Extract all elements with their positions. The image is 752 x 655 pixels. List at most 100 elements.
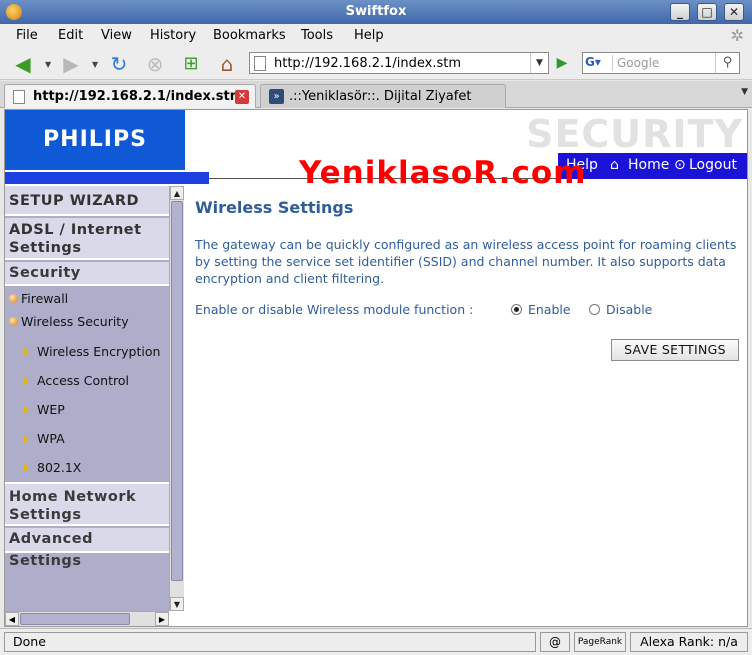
forward-arrow-icon[interactable]: ▶ [58, 52, 84, 76]
wireless-module-label: Enable or disable Wireless module functi… [195, 302, 474, 317]
maximize-button[interactable]: □ [697, 3, 717, 21]
navigation-toolbar: ◀ ▼ ▶ ▼ ↻ ⊗ ⊞ ⌂ http://192.168.2.1/index… [0, 48, 752, 80]
page-favicon-icon [13, 90, 25, 104]
search-placeholder[interactable]: Google [617, 56, 659, 70]
sidebar-item-label: WEP [37, 402, 65, 417]
status-text: Done [4, 632, 536, 652]
disable-label: Disable [606, 302, 653, 317]
sidebar-item-adsl[interactable]: ADSL / Internet Settings [5, 218, 169, 260]
sidebar-item-label: Wireless Security [21, 314, 129, 329]
alexa-rank: Alexa Rank: n/a [630, 632, 748, 652]
url-bar[interactable]: http://192.168.2.1/index.stm ▼ [249, 52, 549, 74]
enable-option[interactable]: Enable [511, 302, 571, 317]
search-box[interactable]: G▾ Google ⚲ [582, 52, 740, 74]
header-blue-bar [5, 172, 209, 184]
top-navigation: Help ⌂ Home ⊙ Logout [558, 153, 747, 179]
sidebar-item-access-control[interactable]: Access Control [23, 373, 129, 388]
tab-router-index[interactable]: http://192.168.2.1/index.stm ✕ [4, 84, 256, 108]
tab-list-dropdown-icon[interactable]: ▼ [741, 87, 748, 97]
tab-title: .::Yeniklasör::. Dijital Ziyafet [289, 89, 472, 104]
triangle-bullet-icon [23, 405, 29, 415]
menu-bar: File Edit View History Bookmarks Tools H… [0, 24, 752, 48]
site-favicon-icon: » [269, 89, 284, 104]
scroll-down-icon[interactable]: ▼ [170, 597, 184, 611]
new-tab-icon[interactable]: ⊞ [178, 52, 204, 76]
wireless-module-row: Enable or disable Wireless module functi… [195, 302, 740, 317]
home-link[interactable]: Home [628, 157, 669, 173]
logout-icon: ⊙ [674, 157, 686, 173]
close-window-button[interactable]: ✕ [724, 3, 744, 21]
sidebar: SETUP WIZARD ADSL / Internet Settings Se… [5, 186, 169, 611]
reload-icon[interactable]: ↻ [106, 52, 132, 76]
sidebar-item-firewall[interactable]: Firewall [9, 291, 68, 306]
page-icon [254, 56, 266, 71]
sidebar-item-label: Wireless Encryption [37, 344, 161, 359]
search-engine-icon[interactable]: G▾ [585, 55, 613, 71]
sidebar-item-label: WPA [37, 431, 65, 446]
triangle-bullet-icon [23, 434, 29, 444]
logout-link[interactable]: Logout [689, 157, 737, 173]
menu-file[interactable]: File [16, 28, 38, 43]
philips-logo: PHILIPS [5, 110, 185, 170]
page-content: PHILIPS SECURITY Help ⌂ Home ⊙ Logout Ye… [4, 109, 748, 627]
save-settings-button[interactable]: SAVE SETTINGS [611, 339, 739, 361]
home-icon[interactable]: ⌂ [214, 52, 240, 76]
sidebar-item-label: Access Control [37, 373, 129, 388]
tab-yeniklasor[interactable]: » .::Yeniklasör::. Dijital Ziyafet [260, 84, 506, 108]
disable-radio[interactable] [589, 304, 600, 315]
sidebar-item-label: 802.1X [37, 460, 82, 475]
triangle-bullet-icon [23, 347, 29, 357]
sidebar-item-8021x[interactable]: 802.1X [23, 460, 81, 475]
menu-view[interactable]: View [101, 28, 132, 43]
menu-edit[interactable]: Edit [58, 28, 83, 43]
forward-history-dropdown[interactable]: ▼ [92, 60, 98, 69]
orange-bullet-icon [9, 317, 18, 326]
sidebar-item-advanced[interactable]: Advanced Settings [5, 528, 169, 569]
page-description: The gateway can be quickly configured as… [195, 237, 737, 286]
disable-option[interactable]: Disable [589, 302, 652, 317]
sidebar-item-setup-wizard[interactable]: SETUP WIZARD [5, 186, 169, 216]
back-arrow-icon[interactable]: ◀ [10, 52, 36, 76]
menu-help[interactable]: Help [354, 28, 384, 43]
menu-tools[interactable]: Tools [301, 28, 333, 43]
menu-bookmarks[interactable]: Bookmarks [213, 28, 286, 43]
sidebar-item-wireless-security[interactable]: Wireless Security [9, 314, 129, 329]
url-text[interactable]: http://192.168.2.1/index.stm [274, 56, 461, 71]
at-sign-icon[interactable]: @ [540, 632, 570, 652]
close-tab-icon[interactable]: ✕ [235, 90, 249, 104]
sidebar-item-label: Firewall [21, 291, 69, 306]
menu-history[interactable]: History [150, 28, 196, 43]
window-title: Swiftfox [345, 4, 407, 19]
enable-label: Enable [528, 302, 571, 317]
go-arrow-icon[interactable]: ▶ [553, 54, 571, 72]
search-magnifier-icon[interactable]: ⚲ [715, 53, 739, 73]
page-title: Wireless Settings [195, 198, 354, 217]
minimize-button[interactable]: _ [670, 3, 690, 21]
sidebar-item-home-network[interactable]: Home Network Settings [5, 482, 169, 526]
window-titlebar: Swiftfox _ □ ✕ [0, 0, 752, 24]
scroll-thumb[interactable] [171, 201, 183, 581]
stop-icon[interactable]: ⊗ [142, 52, 168, 76]
sidebar-item-wep[interactable]: WEP [23, 402, 65, 417]
status-bar: Done @ PageRank Alexa Rank: n/a [0, 628, 752, 655]
triangle-bullet-icon [23, 376, 29, 386]
orange-bullet-icon [9, 294, 18, 303]
tab-bar: http://192.168.2.1/index.stm ✕ » .::Yeni… [0, 81, 752, 108]
scroll-up-icon[interactable]: ▲ [170, 186, 184, 200]
enable-radio[interactable] [511, 304, 522, 315]
sidebar-item-wireless-encryption[interactable]: Wireless Encryption [23, 344, 160, 359]
scroll-thumb[interactable] [20, 613, 130, 625]
sidebar-item-wpa[interactable]: WPA [23, 431, 65, 446]
sidebar-vertical-scrollbar[interactable]: ▲ ▼ [169, 186, 184, 611]
scroll-right-icon[interactable]: ▶ [155, 612, 169, 626]
back-history-dropdown[interactable]: ▼ [45, 60, 51, 69]
url-dropdown-icon[interactable]: ▼ [530, 53, 548, 73]
main-panel: Wireless Settings The gateway can be qui… [195, 198, 745, 361]
section-title: SECURITY [526, 112, 743, 156]
scroll-left-icon[interactable]: ◀ [5, 612, 19, 626]
home-icon: ⌂ [610, 157, 619, 173]
throbber-icon: ✲ [730, 26, 744, 45]
sidebar-item-security[interactable]: Security [5, 262, 169, 286]
pagerank-indicator[interactable]: PageRank [574, 632, 626, 652]
sidebar-horizontal-scrollbar[interactable]: ◀ ▶ [5, 611, 169, 626]
